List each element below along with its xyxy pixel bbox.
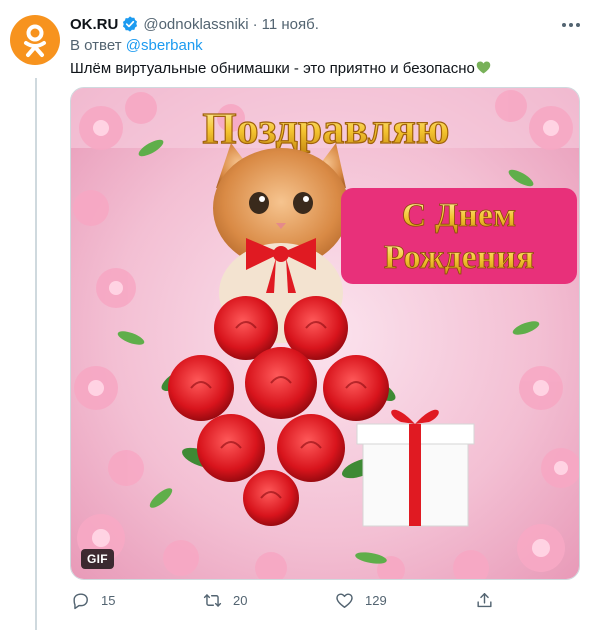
tweet-text: Шлём виртуальные обнимашки - это приятно… xyxy=(70,59,491,79)
retweet-button[interactable]: 20 xyxy=(203,588,247,612)
reply-prefix: В ответ xyxy=(70,37,122,54)
card-banner-line1: С Днем xyxy=(402,197,516,234)
gif-badge: GIF xyxy=(81,549,114,569)
tweet-date[interactable]: 11 нояб. xyxy=(262,16,319,33)
card-title: Поздравляю xyxy=(202,104,449,153)
author-handle[interactable]: @odnoklassniki xyxy=(143,16,248,33)
avatar[interactable] xyxy=(10,15,60,65)
green-heart-icon xyxy=(476,61,491,74)
separator-dot: · xyxy=(252,15,258,33)
author-name[interactable]: OK.RU xyxy=(70,16,118,33)
card-banner-line2: Рождения xyxy=(384,239,535,276)
tweet-media-gif[interactable]: Поздравляю С Днем Рождения GIF xyxy=(70,87,580,580)
more-icon[interactable] xyxy=(560,16,582,34)
ok-logo-icon xyxy=(24,24,46,57)
tweet-actions: 15 20 129 xyxy=(65,588,505,612)
verified-badge-icon xyxy=(123,16,138,32)
gift-box xyxy=(356,409,475,527)
reply-icon xyxy=(73,592,88,609)
share-button[interactable] xyxy=(475,588,494,612)
retweet-icon xyxy=(203,593,222,607)
tweet-header: OK.RU @odnoklassniki · 11 нояб. xyxy=(70,13,319,35)
retweet-count: 20 xyxy=(233,592,248,608)
reply-button[interactable]: 15 xyxy=(71,588,115,612)
reply-count: 15 xyxy=(101,592,116,608)
tweet-text-body: Шлём виртуальные обнимашки - это приятно… xyxy=(70,60,475,77)
greeting-card-image: Поздравляю С Днем Рождения xyxy=(71,88,579,579)
reply-mention-link[interactable]: @sberbank xyxy=(126,37,203,54)
like-button[interactable]: 129 xyxy=(335,588,387,612)
thread-line xyxy=(35,78,37,630)
reply-context: В ответ @sberbank xyxy=(70,37,203,54)
like-count: 129 xyxy=(365,592,387,608)
share-icon xyxy=(477,592,492,607)
like-icon xyxy=(336,592,353,608)
